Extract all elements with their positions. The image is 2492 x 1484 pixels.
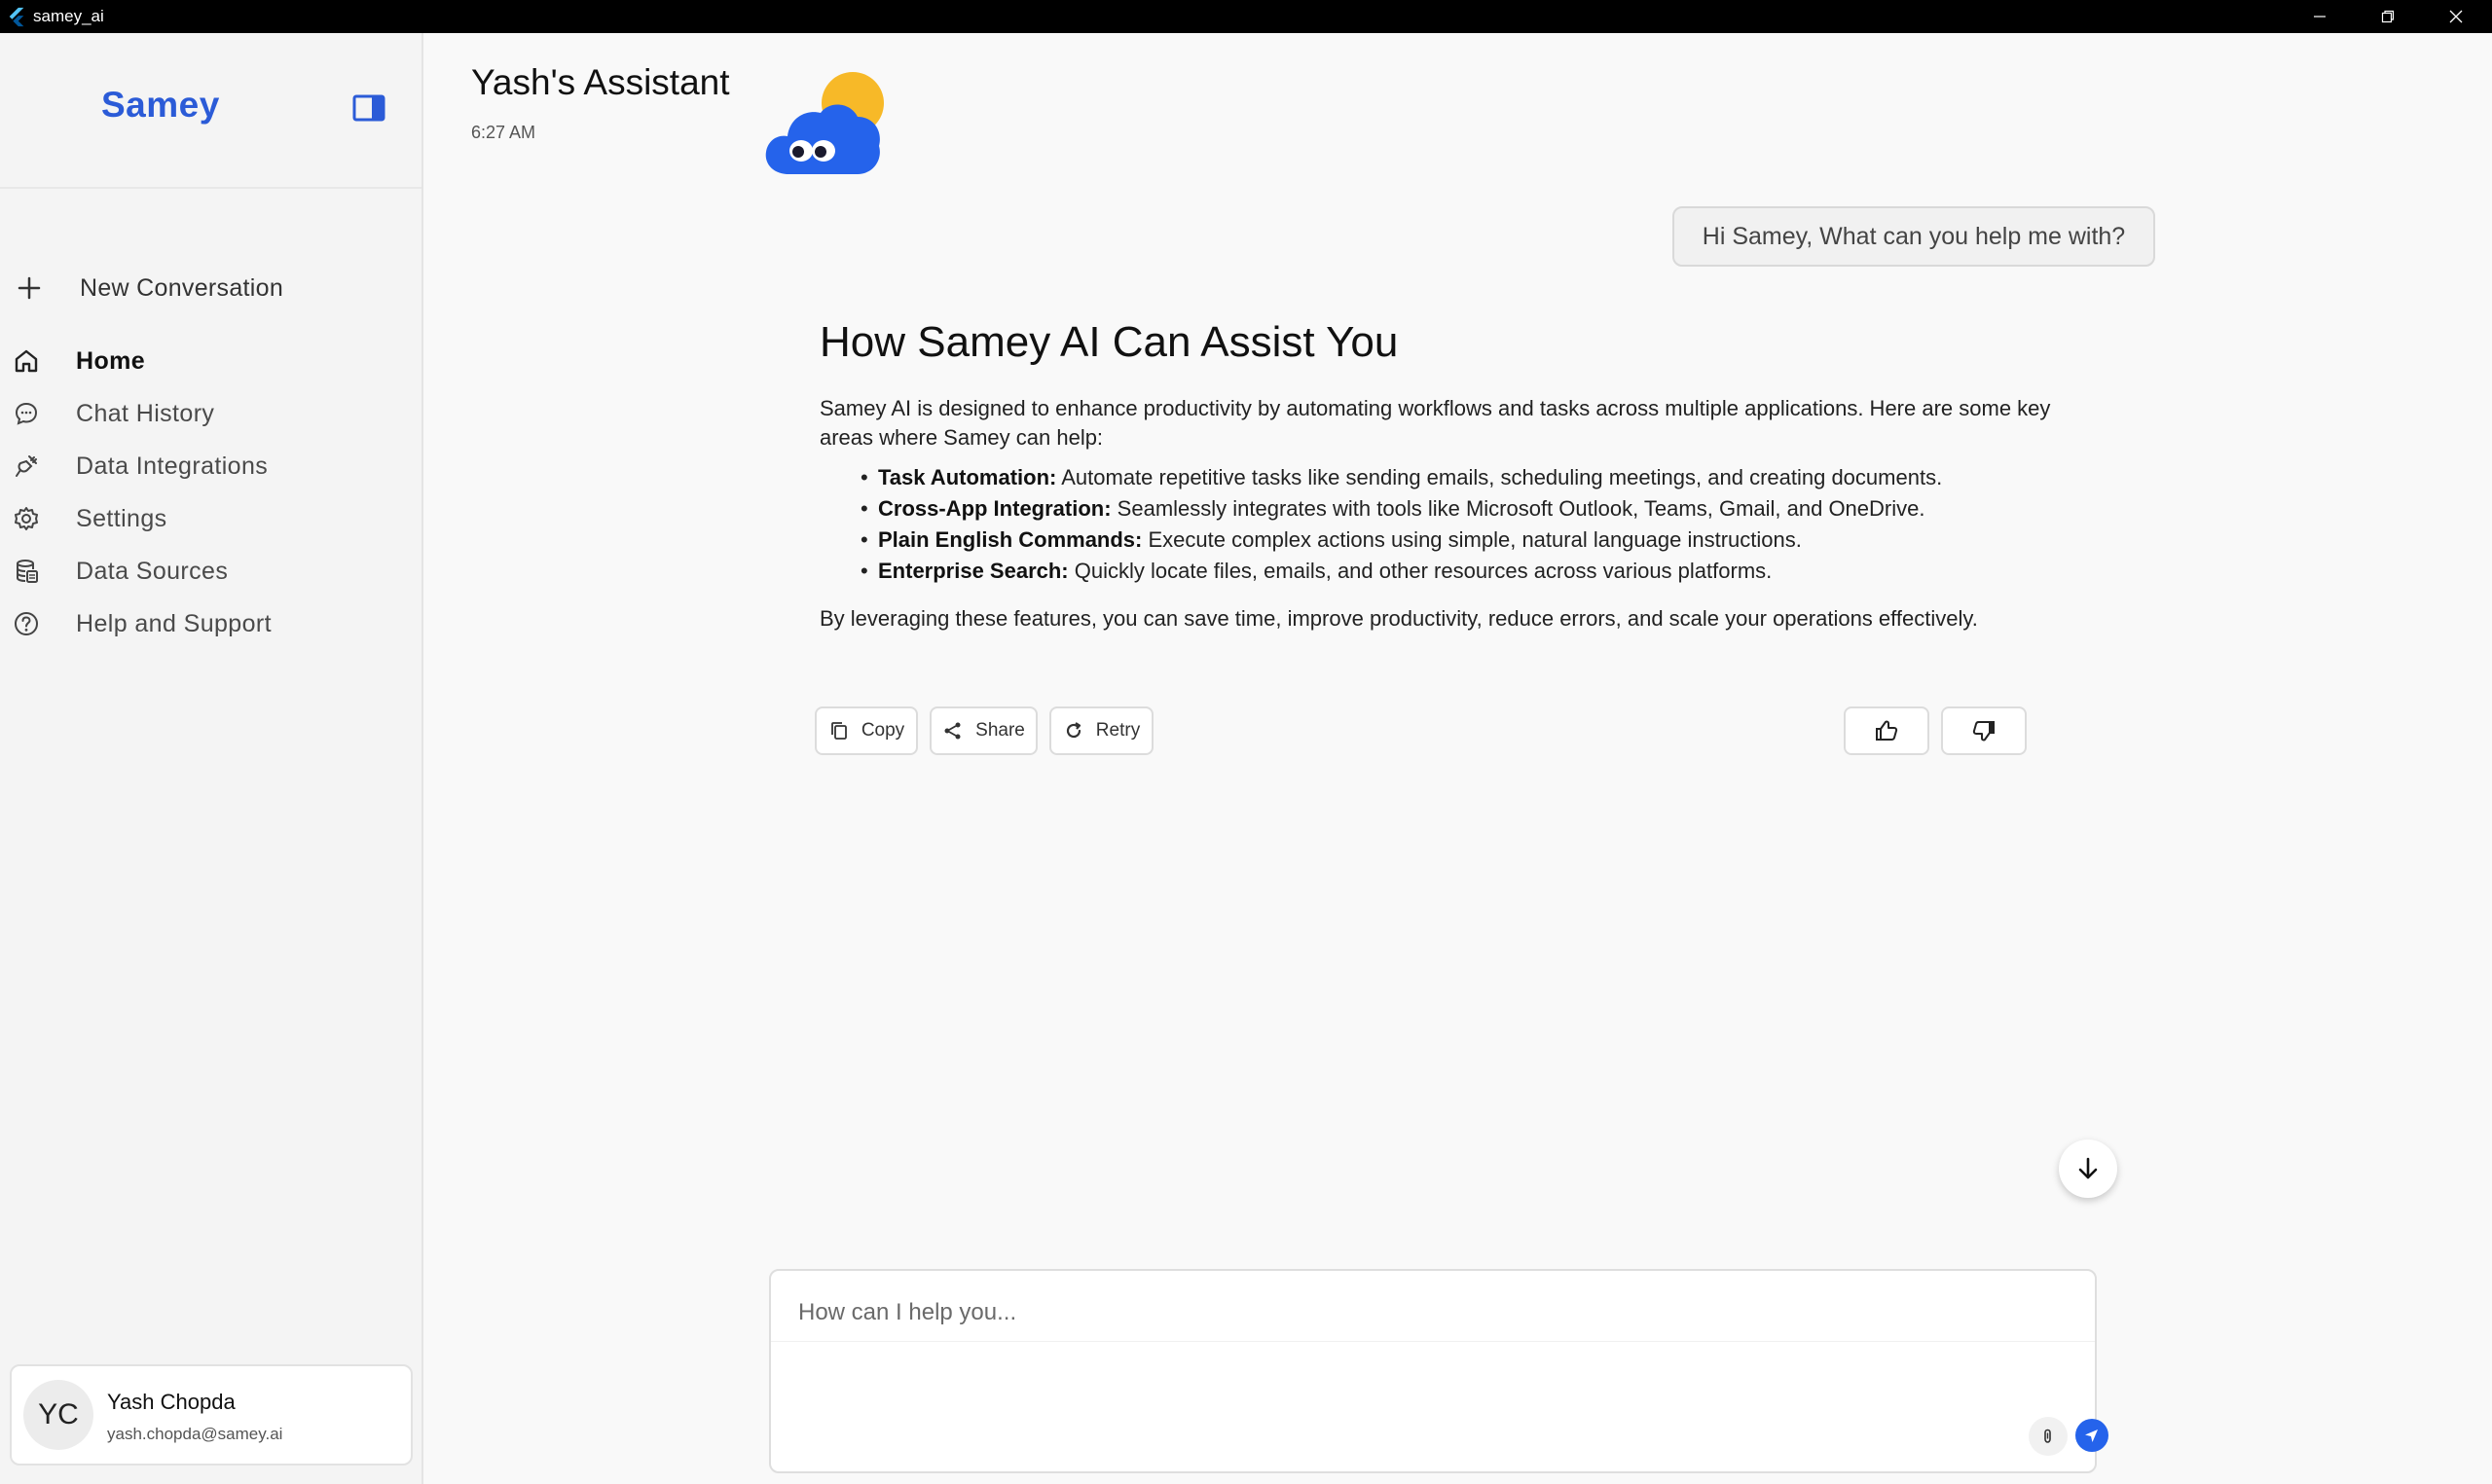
response-list: Task Automation: Automate repetitive tas…: [820, 462, 2066, 587]
restore-button[interactable]: [2354, 0, 2422, 33]
attach-button[interactable]: [2029, 1417, 2068, 1456]
response-outro: By leveraging these features, you can sa…: [820, 606, 1978, 631]
sidebar-item-label: Chat History: [76, 399, 215, 427]
list-item: Cross-App Integration: Seamlessly integr…: [820, 493, 2066, 525]
help-icon: [15, 612, 38, 635]
list-item-term: Enterprise Search:: [878, 559, 1069, 583]
close-icon: [2449, 10, 2463, 23]
sidebar-item-data-integrations[interactable]: Data Integrations: [0, 440, 421, 492]
sidebar-item-help-and-support[interactable]: Help and Support: [0, 597, 421, 650]
new-conversation-button[interactable]: New Conversation: [14, 263, 403, 313]
response-intro: Samey AI is designed to enhance producti…: [820, 396, 2051, 450]
share-button[interactable]: Share: [930, 706, 1038, 755]
message-input[interactable]: [796, 1292, 2066, 1333]
user-email: yash.chopda@samey.ai: [107, 1425, 283, 1443]
copy-icon: [830, 722, 847, 740]
plus-icon: [18, 276, 41, 300]
brand-logo: Samey: [101, 85, 220, 125]
list-item: Enterprise Search: Quickly locate files,…: [820, 556, 2066, 587]
sidebar-item-label: Settings: [76, 504, 167, 532]
database-icon: [17, 560, 38, 583]
list-item-text: Automate repetitive tasks like sending e…: [1056, 465, 1943, 489]
copy-label: Copy: [861, 720, 905, 741]
sidebar-nav: Home Chat History Data Integrations Sett…: [0, 335, 421, 650]
response-heading: How Samey AI Can Assist You: [820, 318, 1399, 366]
list-item-text: Execute complex actions using simple, na…: [1142, 527, 1802, 552]
thumbs-down-icon: [1972, 721, 1995, 742]
sidebar-item-label: Home: [76, 346, 146, 375]
arrow-down-icon: [2078, 1157, 2098, 1179]
retry-button[interactable]: Retry: [1049, 706, 1154, 755]
composer-divider: [771, 1341, 2095, 1342]
message-composer: [769, 1269, 2108, 1473]
list-item: Plain English Commands: Execute complex …: [820, 525, 2066, 556]
minimize-icon: [2314, 16, 2326, 18]
list-item-term: Plain English Commands:: [878, 527, 1143, 552]
thumbs-up-icon: [1876, 720, 1898, 741]
minimize-button[interactable]: [2286, 0, 2354, 33]
close-button[interactable]: [2422, 0, 2490, 33]
window-title: samey_ai: [33, 7, 104, 25]
message-timestamp: 6:27 AM: [471, 123, 536, 142]
chat-area: Yash's Assistant 6:27 AM Hi Samey, What …: [423, 33, 2492, 1484]
list-item-term: Task Automation:: [878, 465, 1057, 489]
refresh-icon: [1066, 722, 1081, 739]
chat-icon: [15, 402, 38, 425]
copy-button[interactable]: Copy: [815, 706, 918, 755]
plug-icon: [16, 455, 37, 477]
share-label: Share: [975, 720, 1025, 741]
sidebar-item-settings[interactable]: Settings: [0, 492, 421, 545]
scroll-to-bottom-button[interactable]: [2059, 1140, 2117, 1198]
new-conversation-label: New Conversation: [80, 273, 284, 302]
send-icon: [2085, 1430, 2098, 1442]
send-button[interactable]: [2075, 1419, 2108, 1452]
sidebar-item-chat-history[interactable]: Chat History: [0, 387, 421, 440]
share-icon: [944, 722, 961, 740]
avatar: YC: [23, 1380, 93, 1450]
assistant-response: How Samey AI Can Assist You Samey AI is …: [820, 318, 2066, 633]
sidebar-item-label: Data Sources: [76, 557, 229, 585]
sidebar-item-label: Help and Support: [76, 609, 272, 637]
list-item-text: Seamlessly integrates with tools like Mi…: [1111, 496, 1925, 521]
sidebar-item-label: Data Integrations: [76, 452, 269, 480]
restore-icon: [2381, 10, 2395, 23]
retry-label: Retry: [1095, 720, 1141, 741]
sidebar-item-data-sources[interactable]: Data Sources: [0, 545, 421, 597]
sidebar-toggle-icon[interactable]: [352, 93, 385, 123]
sidebar-header: Samey: [0, 33, 421, 189]
sidebar-item-home[interactable]: Home: [0, 335, 421, 387]
flutter-app-icon: [9, 7, 24, 27]
user-message-bubble: Hi Samey, What can you help me with?: [1672, 206, 2155, 267]
response-actions: Copy Share Retry: [815, 706, 2071, 757]
user-name: Yash Chopda: [107, 1390, 236, 1414]
thumbs-down-button[interactable]: [1941, 706, 2027, 755]
list-item-term: Cross-App Integration:: [878, 496, 1112, 521]
paperclip-icon: [2044, 1429, 2051, 1443]
list-item: Task Automation: Automate repetitive tas…: [820, 462, 2066, 493]
sidebar: Samey New Conversation Home Chat History…: [0, 33, 423, 1484]
gear-icon: [15, 507, 38, 530]
title-bar: samey_ai: [0, 0, 2492, 33]
user-profile-card[interactable]: YC Yash Chopda yash.chopda@samey.ai: [10, 1364, 413, 1466]
thumbs-up-button[interactable]: [1844, 706, 1929, 755]
page-title: Yash's Assistant: [471, 62, 730, 102]
list-item-text: Quickly locate files, emails, and other …: [1068, 559, 1773, 583]
cloud-mascot-icon: [765, 72, 884, 174]
home-icon: [15, 349, 38, 373]
